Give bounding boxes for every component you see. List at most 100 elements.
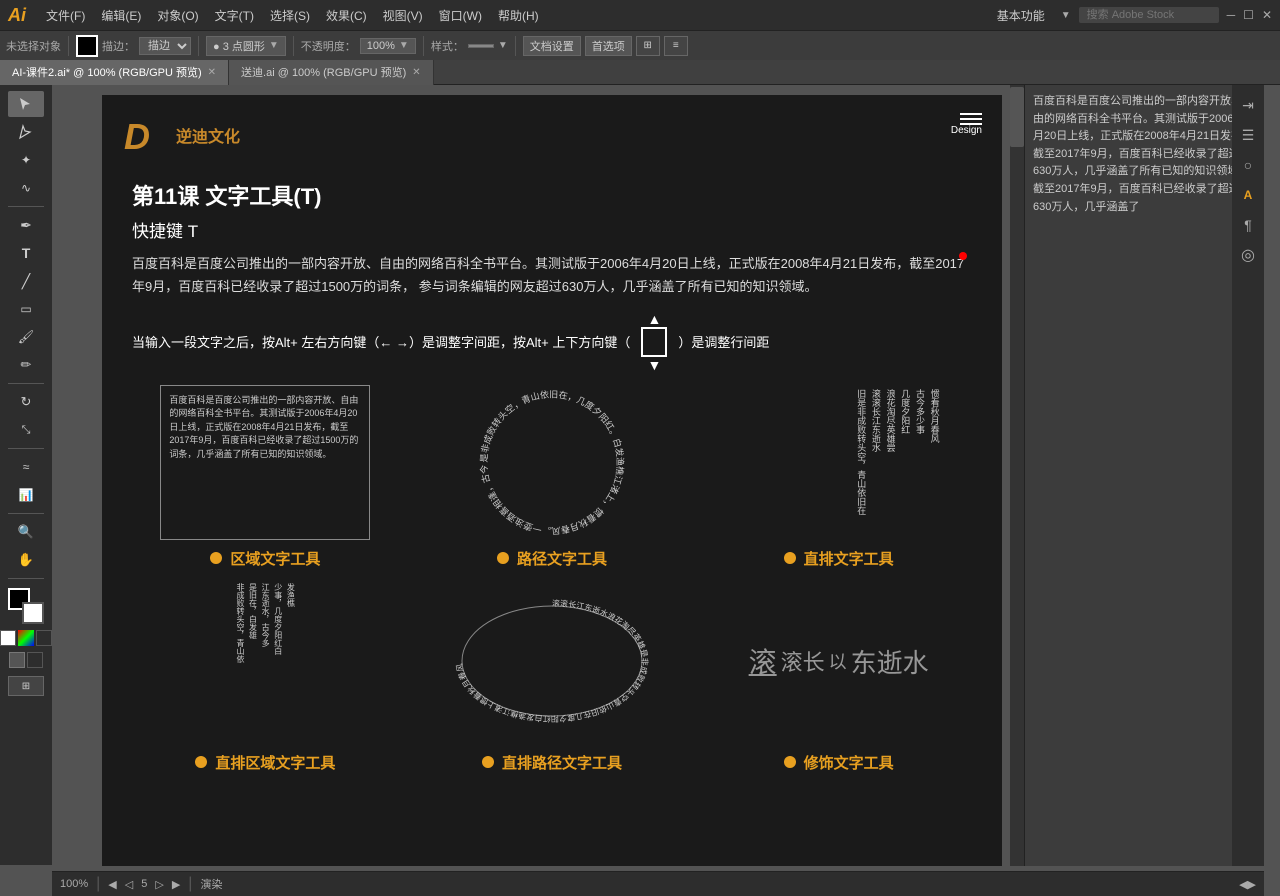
page-nav-next2[interactable]: ▷ <box>155 878 163 891</box>
stroke-label: 描边： <box>102 38 135 54</box>
menu-effect[interactable]: 效果(C) <box>318 7 375 24</box>
menu-edit[interactable]: 编辑(E) <box>93 7 149 24</box>
selection-tool[interactable] <box>8 91 44 117</box>
pen-tool[interactable]: ✒ <box>8 212 44 238</box>
va-col-2: 是旧在，白发雄 <box>248 583 258 740</box>
vertical-area-tool-name: 直排区域文字工具 <box>215 752 335 773</box>
menu-view[interactable]: 视图(V) <box>375 7 431 24</box>
demo-vertical-text: 旧是非成败转头空，青山依旧在 滚滚长江东逝水 浪花淘尽英雄尝 几度夕阳红 古今多… <box>695 385 982 569</box>
fill-none-button[interactable] <box>0 630 16 646</box>
artboard-header: D 逆迪文化 Design <box>102 95 1002 169</box>
hamburger-menu[interactable] <box>960 113 982 125</box>
menu-file[interactable]: 文件(F) <box>38 7 93 24</box>
color-mode-buttons <box>0 630 52 646</box>
scroll-thumb-v[interactable] <box>1010 87 1024 147</box>
color-swatch-area[interactable] <box>8 588 44 624</box>
tool-divider-1 <box>8 206 44 207</box>
tool-divider-3 <box>8 448 44 449</box>
magic-wand-tool[interactable]: ✦ <box>8 147 44 173</box>
line-tool[interactable]: ╱ <box>8 268 44 294</box>
vertical-scrollbar[interactable] <box>1010 85 1024 866</box>
right-icon-panel: ⇥ ☰ ○ A ¶ ◎ <box>1232 85 1264 866</box>
demo-row-1: 百度百科是百度公司推出的一部内容开放、自由的网络百科全书平台。其测试版于2006… <box>102 385 1002 569</box>
rotate-tool[interactable]: ↻ <box>8 389 44 415</box>
stroke-color-swatch[interactable] <box>76 35 98 57</box>
minimize-button[interactable]: ─ <box>1227 8 1236 22</box>
zoom-tool[interactable]: 🔍 <box>8 519 44 545</box>
align-button[interactable]: ≡ <box>664 36 688 56</box>
artboard-tool[interactable]: ⊞ <box>8 676 44 696</box>
presentation-mode-button[interactable] <box>27 652 43 668</box>
va-col-5: 发渔樵 <box>286 583 296 740</box>
dot-vertical <box>784 552 796 564</box>
menu-object[interactable]: 对象(O) <box>149 7 206 24</box>
tab-close-1[interactable]: ✕ <box>208 67 216 78</box>
nav-label: Design <box>951 125 982 136</box>
preferences-button[interactable]: 首选项 <box>585 36 632 56</box>
vertical-path-visual: 滚滚长江东逝水浪花淘尽英雄是非成败转头空青山依旧在几度夕阳红白发渔樵江渚上惯看秋… <box>442 579 662 744</box>
properties-text: 百度百科是百度公司推出的一部内容开放、自由的网络百科全书平台。其测试版于2006… <box>1025 85 1264 224</box>
screen-mode-button[interactable] <box>9 652 25 668</box>
workspace-label[interactable]: 基本功能 <box>989 7 1053 24</box>
right-icon-1[interactable]: ⇥ <box>1236 93 1260 117</box>
arrange-button[interactable]: ⊞ <box>636 36 660 56</box>
vertical-col-1: 旧是非成败转头空，青山依旧在 <box>855 389 867 536</box>
brush-size-control[interactable]: ● 3 点圆形 ▼ <box>206 36 286 56</box>
right-icon-ai[interactable]: A <box>1236 183 1260 207</box>
close-button[interactable]: ✕ <box>1262 8 1272 22</box>
menu-window[interactable]: 窗口(W) <box>431 7 490 24</box>
page-nav-next[interactable]: ▶ <box>172 878 180 891</box>
arrow-box <box>641 327 667 357</box>
style-swatch[interactable] <box>468 44 494 48</box>
pencil-tool[interactable]: ✏ <box>8 352 44 378</box>
pattern-button[interactable] <box>36 630 52 646</box>
brand-text-group: 逆迪文化 <box>176 123 240 147</box>
canvas-area: 百度百科是百度公司推出的一部内容开放、自由的网络百科全书平台。其测试版于2006… <box>52 85 1264 866</box>
right-icon-para[interactable]: ¶ <box>1236 213 1260 237</box>
arrow-down-icon: ▼ <box>647 357 661 373</box>
graph-tool[interactable]: 📊 <box>8 482 44 508</box>
direct-selection-tool[interactable] <box>8 119 44 145</box>
background-color[interactable] <box>22 602 44 624</box>
search-input[interactable] <box>1079 7 1219 23</box>
tab-file-2[interactable]: 送迪.ai @ 100% (RGB/GPU 预览) ✕ <box>229 60 434 85</box>
rect-tool[interactable]: ▭ <box>8 296 44 322</box>
menu-help[interactable]: 帮助(H) <box>490 7 547 24</box>
restore-button[interactable]: ☐ <box>1243 8 1254 22</box>
gradient-button[interactable] <box>18 630 34 646</box>
tip-text-after: ）是调整行间距 <box>678 332 769 351</box>
tab-close-2[interactable]: ✕ <box>412 67 420 78</box>
status-right-arrows: ◀▶ <box>1239 878 1256 891</box>
warp-tool[interactable]: ≈ <box>8 454 44 480</box>
menu-text[interactable]: 文字(T) <box>207 7 262 24</box>
right-icon-2[interactable]: ☰ <box>1236 123 1260 147</box>
opacity-control[interactable]: 100% ▼ <box>360 38 416 54</box>
right-icon-circle[interactable]: ◎ <box>1236 243 1260 267</box>
no-selection-label: 未选择对象 <box>6 38 61 54</box>
deco-text-content: 滚 滚长 以 东逝水 <box>749 641 929 681</box>
page-nav-prev[interactable]: ◀ <box>108 878 116 891</box>
doc-settings-button[interactable]: 文档设置 <box>523 36 581 56</box>
stroke-select[interactable]: 描边 <box>139 37 191 55</box>
toolbar-divider-2 <box>198 36 199 56</box>
tab-file-1[interactable]: AI-课件2.ai* @ 100% (RGB/GPU 预览) ✕ <box>0 60 229 85</box>
status-bar: 100% | ◀ ◁ 5 ▷ ▶ | 演染 ◀▶ <box>52 871 1264 896</box>
vertical-col-2: 滚滚长江东逝水 <box>869 389 881 536</box>
page-number: 5 <box>141 878 147 890</box>
deco-char-2: 滚长 <box>781 645 825 677</box>
scale-tool[interactable]: ⤡ <box>8 417 44 443</box>
vertical-area-label-row: 直排区域文字工具 <box>195 752 335 773</box>
vertical-col-3: 浪花淘尽英雄尝 <box>884 389 896 536</box>
lasso-tool[interactable]: ∿ <box>8 175 44 201</box>
dot-path <box>497 552 509 564</box>
lesson-text-area: 百度百科是百度公司推出的一部内容开放、自由的网络百科全书平台。其测试版于2006… <box>132 252 972 299</box>
type-tool[interactable]: T <box>8 240 44 266</box>
path-text-label-row: 路径文字工具 <box>497 548 607 569</box>
page-nav-prev2[interactable]: ◁ <box>125 878 133 891</box>
vertical-text-label-row: 直排文字工具 <box>784 548 894 569</box>
area-text-content: 百度百科是百度公司推出的一部内容开放、自由的网络百科全书平台。其测试版于2006… <box>169 394 361 462</box>
menu-select[interactable]: 选择(S) <box>262 7 318 24</box>
paintbrush-tool[interactable]: 🖌 <box>8 324 44 350</box>
right-icon-3[interactable]: ○ <box>1236 153 1260 177</box>
hand-tool[interactable]: ✋ <box>8 547 44 573</box>
